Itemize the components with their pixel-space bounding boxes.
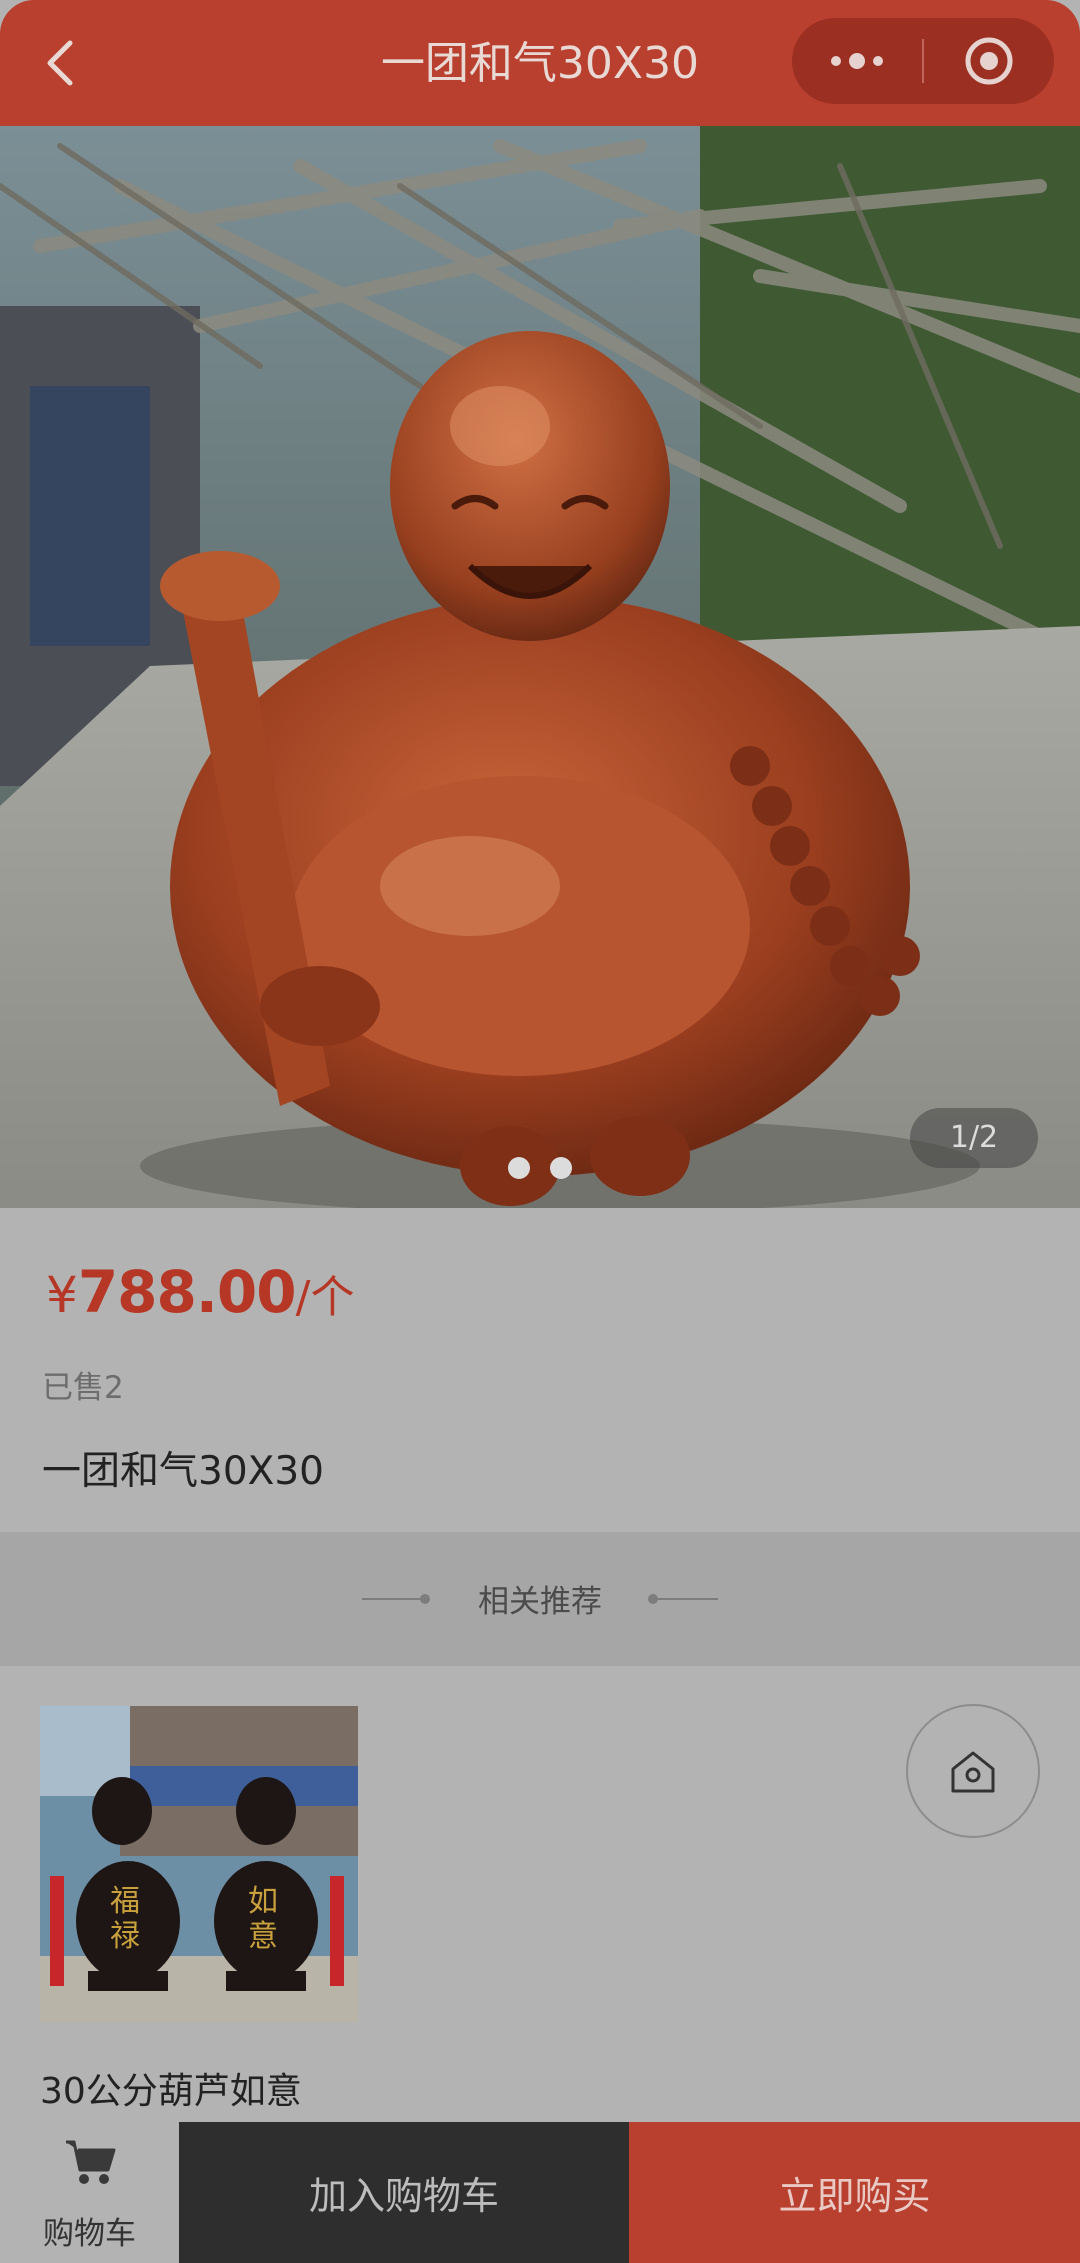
divider-dot-left [420,1594,430,1604]
cart-label: 购物车 [43,2216,136,2252]
carousel-dot-active[interactable] [508,1157,530,1179]
related-item-name[interactable]: 30公分葫芦如意 [40,2062,358,2114]
svg-text:禄: 禄 [110,1919,140,1954]
related-item-photo: 福 禄 如 意 [40,1706,358,2022]
home-button[interactable] [906,1704,1040,1838]
page-title: 一团和气30X30 [380,38,700,89]
cart-tab[interactable]: 购物车 [0,2122,179,2263]
close-miniprogram-button[interactable] [924,18,1054,104]
price-amount: 788.00 [77,1258,297,1326]
product-image-carousel[interactable] [0,126,1080,1208]
divider-line-right [656,1598,718,1600]
top-nav-bar: 一团和气30X30 [0,0,1080,126]
product-photo [0,126,1080,1208]
related-title: 相关推荐 [478,1584,602,1620]
product-info: ¥788.00/个 已售2 一团和气30X30 [0,1208,1080,1532]
price-unit: /个 [295,1272,355,1323]
home-icon [951,1751,995,1793]
more-dots-icon [831,53,883,69]
currency-symbol: ¥ [46,1266,78,1324]
price: ¥788.00/个 [46,1258,354,1326]
mini-program-capsule [792,18,1054,104]
svg-text:如: 如 [248,1884,278,1919]
related-header: 相关推荐 [0,1532,1080,1666]
related-item[interactable]: 福 禄 如 意 30公分葫芦如意 [40,1706,358,2114]
carousel-dot[interactable] [550,1157,572,1179]
bottom-action-bar: 购物车 加入购物车 立即购买 [0,2122,1080,2263]
svg-text:意: 意 [248,1919,278,1954]
back-button[interactable] [34,36,84,90]
svg-text:福: 福 [110,1884,140,1919]
product-detail-page: 一团和气30X30 1/2 ¥788.00/个 已售2 一团和气30X30 相关… [0,0,1080,2263]
carousel-indicator [508,1157,572,1179]
cart-icon [66,2140,116,2184]
sold-count: 已售2 [42,1370,124,1406]
chevron-left-icon [47,40,73,86]
add-to-cart-button[interactable]: 加入购物车 [179,2122,629,2263]
more-button[interactable] [792,18,922,104]
divider-line-left [362,1598,424,1600]
image-counter: 1/2 [910,1108,1038,1168]
target-close-icon [965,37,1013,85]
related-item-thumbnail[interactable]: 福 禄 如 意 [40,1706,358,2022]
buy-now-button[interactable]: 立即购买 [629,2122,1080,2263]
product-name: 一团和气30X30 [42,1449,324,1494]
